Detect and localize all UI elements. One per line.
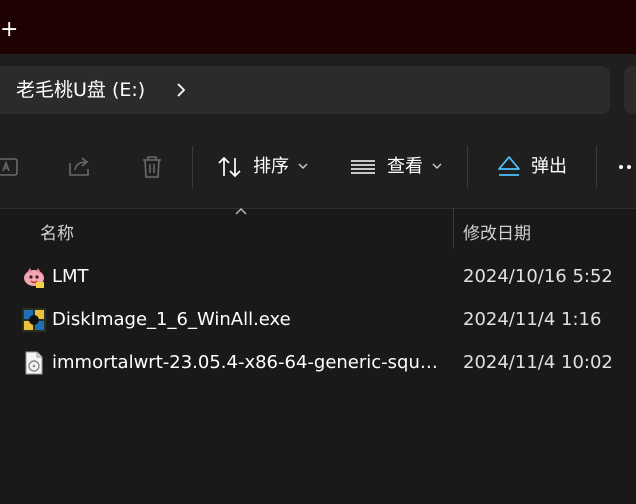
file-date: 2024/10/16 5:52 [463,266,613,287]
chevron-down-icon[interactable] [432,162,442,170]
trash-icon[interactable] [138,153,166,181]
sort-button[interactable]: 排序 [253,154,289,180]
toolbar-divider [192,146,193,188]
folder-app-icon [24,268,44,288]
file-name: immortalwrt-23.05.4-x86-64-generic-squas… [52,352,444,373]
chevron-down-icon[interactable] [298,162,308,170]
file-date: 2024/11/4 10:02 [463,352,613,373]
eject-icon[interactable] [495,153,523,181]
file-name: LMT [52,266,89,287]
more-options-icon[interactable] [616,153,636,181]
breadcrumb-drive[interactable]: 老毛桃U盘 (E:) [16,78,145,102]
file-row[interactable]: immortalwrt-23.05.4-x86-64-generic-squas… [0,342,636,384]
share-icon[interactable] [66,153,94,181]
view-list-icon[interactable] [349,153,377,181]
file-name: DiskImage_1_6_WinAll.exe [52,309,291,330]
column-resize-handle[interactable] [453,209,454,249]
toolbar-divider [596,146,597,188]
file-date: 2024/11/4 1:16 [463,309,602,330]
disk-image-icon [25,351,43,375]
chevron-right-icon[interactable] [174,80,188,100]
exe-icon [22,308,46,332]
rename-icon[interactable] [0,153,22,181]
column-header: 名称 修改日期 [0,208,636,255]
column-name[interactable]: 名称 [40,219,74,244]
command-bar: 排序 查看 弹出 [0,126,636,208]
view-button[interactable]: 查看 [387,154,423,180]
file-row[interactable]: DiskImage_1_6_WinAll.exe 2024/11/4 1:16 [0,299,636,341]
address-bar[interactable]: 老毛桃U盘 (E:) [0,66,610,114]
sort-ascending-icon [235,208,247,215]
address-row: 老毛桃U盘 (E:) [0,54,636,126]
eject-button[interactable]: 弹出 [531,154,567,180]
file-row[interactable]: LMT 2024/10/16 5:52 [0,256,636,298]
sort-icon[interactable] [216,153,244,181]
search-box[interactable] [624,66,636,114]
toolbar-divider [467,146,468,188]
column-date-modified[interactable]: 修改日期 [463,219,531,244]
title-bar: + [0,0,636,54]
new-tab-button[interactable]: + [0,17,20,43]
